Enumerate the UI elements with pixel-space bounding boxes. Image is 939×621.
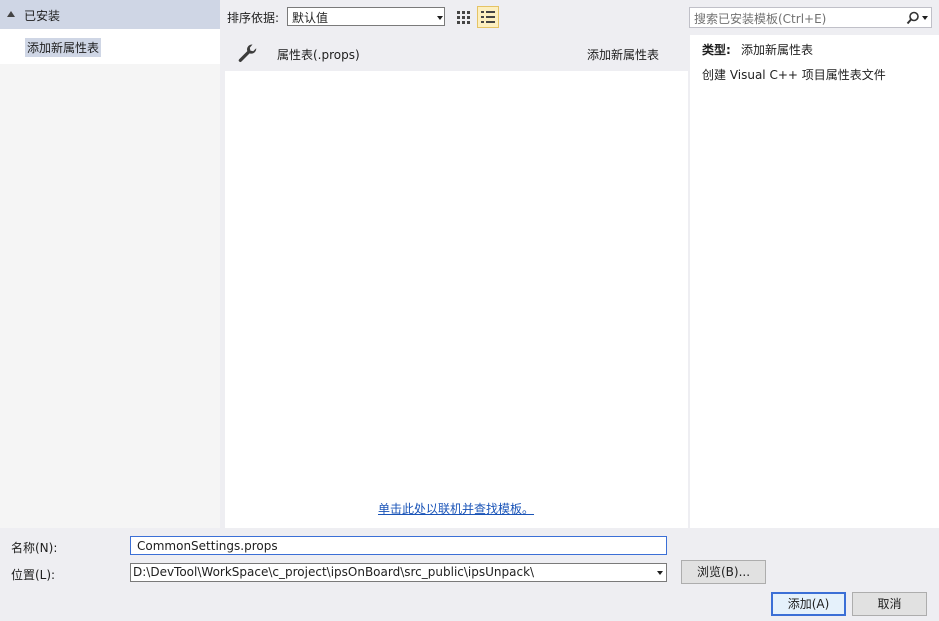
detail-type-label: 类型: bbox=[702, 43, 731, 57]
tree-node-installed[interactable]: 已安装 bbox=[0, 0, 220, 29]
sort-dropdown-value: 默认值 bbox=[292, 11, 329, 25]
template-type: 添加新属性表 bbox=[587, 48, 660, 62]
chevron-down-icon bbox=[437, 16, 443, 20]
list-view-icon bbox=[481, 11, 495, 23]
sort-label: 排序依据: bbox=[227, 11, 280, 25]
installed-tree: 已安装 添加新属性表 bbox=[0, 0, 220, 528]
grid-view-button[interactable] bbox=[452, 6, 474, 28]
template-list: 属性表(.props) 添加新属性表 单击此处以联机并查找模板。 bbox=[225, 35, 688, 528]
detail-description: 创建 Visual C++ 项目属性表文件 bbox=[702, 68, 886, 82]
location-label: 位置(L): bbox=[11, 568, 56, 582]
wrench-icon bbox=[238, 44, 257, 62]
name-label: 名称(N): bbox=[11, 541, 58, 555]
expand-arrow-icon[interactable] bbox=[7, 11, 15, 17]
template-name: 属性表(.props) bbox=[277, 48, 360, 62]
search-placeholder: 搜索已安装模板(Ctrl+E) bbox=[694, 12, 827, 26]
find-templates-online-link[interactable]: 单击此处以联机并查找模板。 bbox=[378, 500, 534, 517]
list-view-button[interactable] bbox=[477, 6, 499, 28]
sort-dropdown[interactable]: 默认值 bbox=[287, 7, 445, 26]
search-icon[interactable] bbox=[906, 11, 920, 25]
location-dropdown[interactable]: D:\DevTool\WorkSpace\c_project\ipsOnBoar… bbox=[130, 563, 667, 582]
name-input[interactable] bbox=[130, 536, 667, 555]
location-value: D:\DevTool\WorkSpace\c_project\ipsOnBoar… bbox=[133, 565, 535, 579]
tree-item-add-property-sheet[interactable]: 添加新属性表 bbox=[0, 29, 220, 64]
bottom-form: 名称(N): 位置(L): D:\DevTool\WorkSpace\c_pro… bbox=[0, 528, 939, 621]
add-button[interactable]: 添加(A) bbox=[771, 592, 846, 616]
search-input[interactable]: 搜索已安装模板(Ctrl+E) bbox=[689, 7, 932, 28]
tree-node-installed-label: 已安装 bbox=[24, 9, 61, 23]
search-options-chevron-icon[interactable] bbox=[922, 16, 928, 20]
chevron-down-icon[interactable] bbox=[657, 571, 663, 575]
details-panel: 类型: 添加新属性表 创建 Visual C++ 项目属性表文件 bbox=[690, 35, 939, 528]
cancel-button[interactable]: 取消 bbox=[852, 592, 927, 616]
detail-type-value: 添加新属性表 bbox=[741, 43, 814, 57]
template-row-property-sheet[interactable]: 属性表(.props) 添加新属性表 bbox=[225, 35, 688, 71]
browse-button[interactable]: 浏览(B)... bbox=[681, 560, 766, 584]
grid-view-icon bbox=[457, 11, 470, 24]
tree-item-label: 添加新属性表 bbox=[25, 38, 102, 57]
